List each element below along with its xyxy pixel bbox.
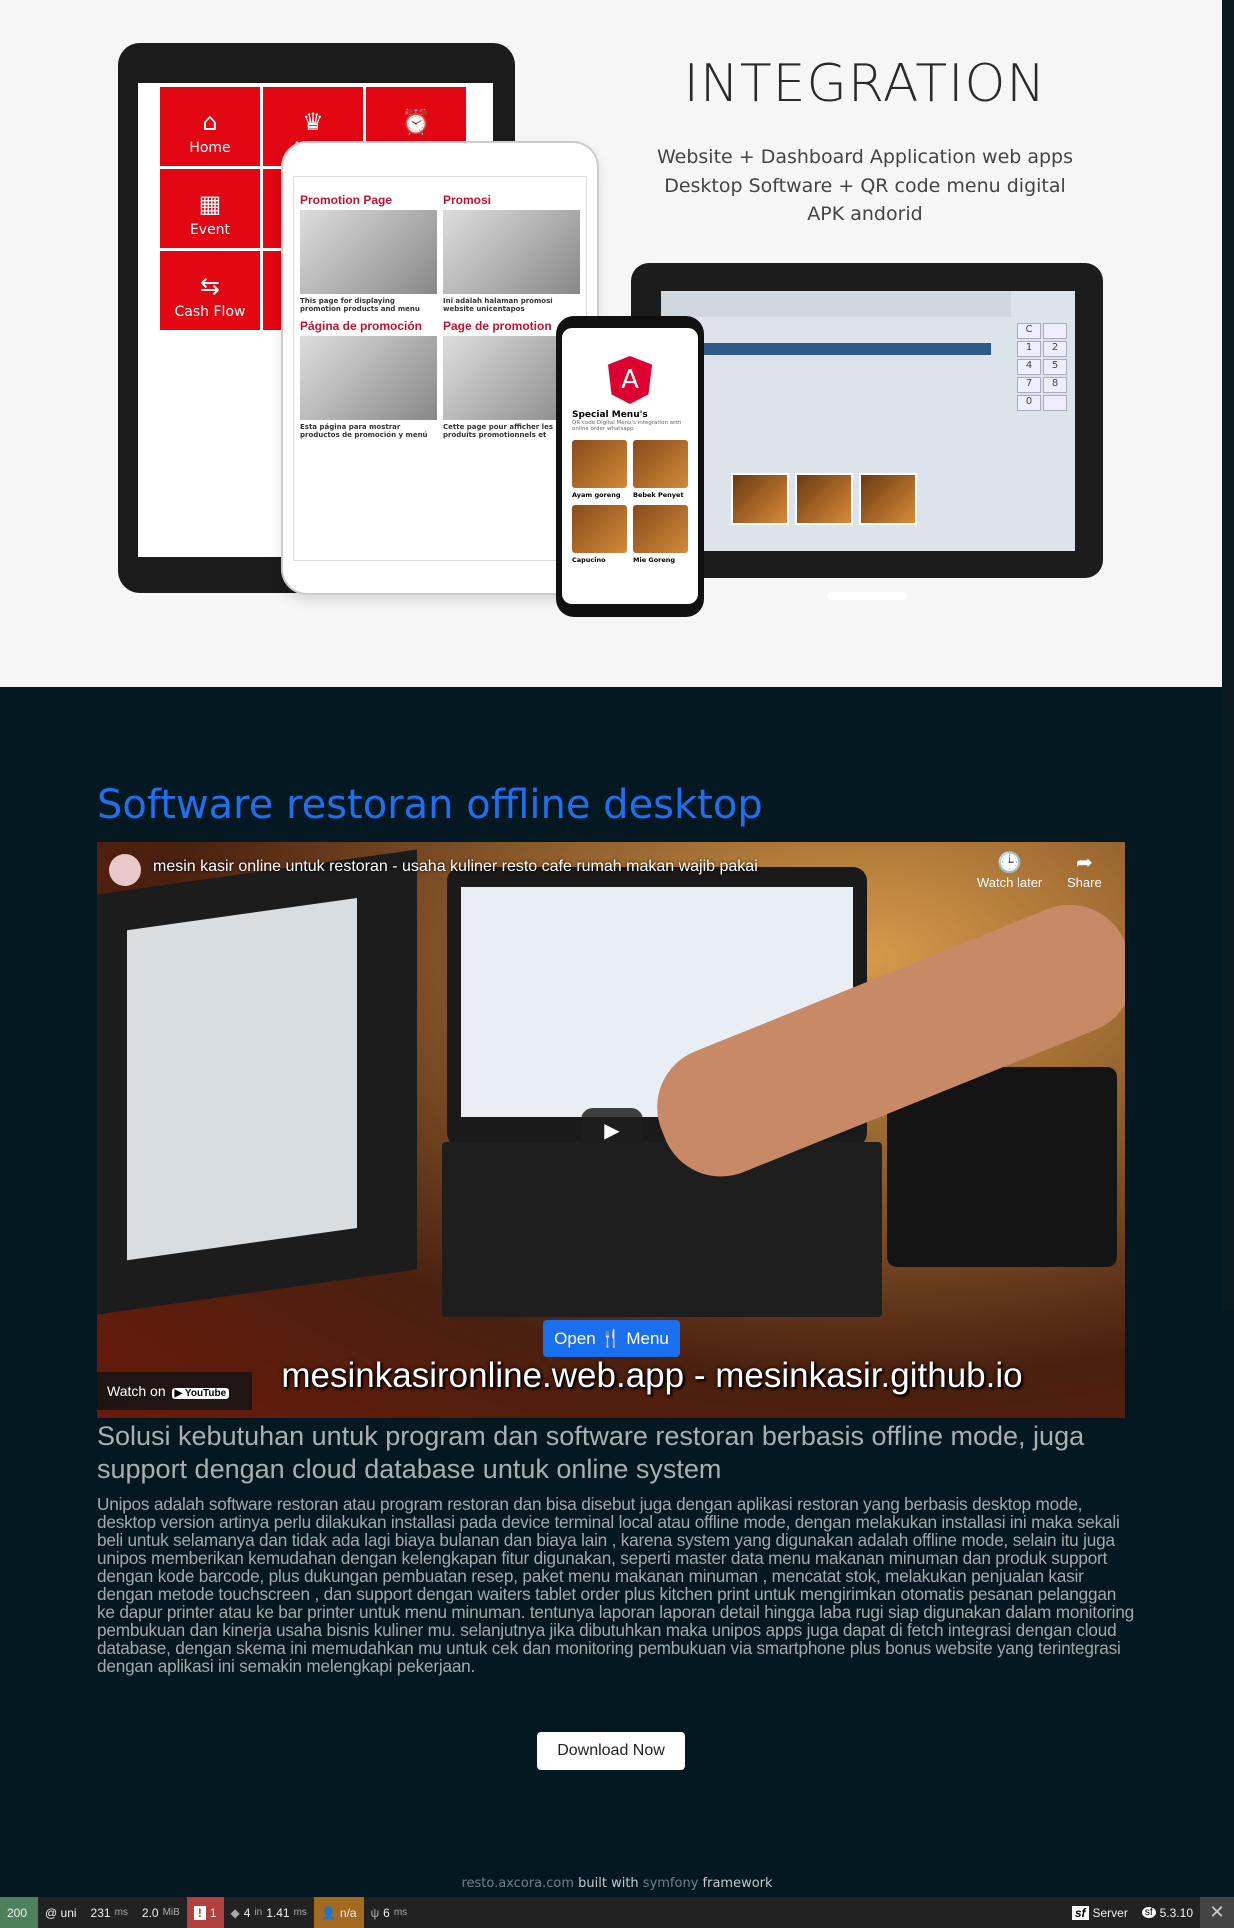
site-link[interactable]: resto.axcora.com [461, 1876, 574, 1891]
integration-line-2: Desktop Software + QR code menu digital [664, 175, 1066, 197]
section-title: Software restoran offline desktop [97, 782, 763, 828]
tablet-tile: ▦ Event [160, 169, 260, 248]
integration-title: INTEGRATION [683, 54, 1047, 114]
promo-cell: Página de promoción Esta página para most… [300, 319, 437, 439]
promo-cell: Promosi Ini adalah halaman promosi websit… [443, 193, 580, 313]
food-item: Mie Goreng [633, 505, 688, 564]
home-icon: ⌂ [202, 108, 218, 136]
footer-credit: resto.axcora.com built with symfony fram… [461, 1876, 773, 1891]
keypad-key [1043, 395, 1067, 411]
watch-later-button[interactable]: 🕒 Watch later [977, 850, 1042, 890]
errors-badge[interactable]: ! 1 [186, 1897, 224, 1928]
integration-hero: ⌂Home♛About⏰Promotion▦Event⚡Database🛒Pri… [0, 0, 1222, 687]
close-toolbar-button[interactable]: ✕ [1200, 1897, 1234, 1928]
integration-line-3: APK andorid [807, 203, 923, 225]
keypad-key: 8 [1043, 377, 1067, 393]
food-item: Bebek Penyet [633, 440, 688, 499]
clock-icon: 🕒 [997, 852, 1023, 874]
symfony-link[interactable]: symfony [643, 1876, 699, 1891]
video-caption: mesinkasironline.web.app - mesinkasir.gi… [281, 1356, 1023, 1395]
watch-on-youtube-button[interactable]: Watch on ▶ YouTube [97, 1372, 252, 1410]
user-icon: 👤 [320, 1905, 336, 1920]
open-menu-button[interactable]: Open 🍴 Menu [543, 1320, 680, 1357]
channel-avatar[interactable] [109, 854, 141, 886]
request-time[interactable]: 231 ms [84, 1897, 135, 1928]
food-item: Capucino [572, 505, 627, 564]
food-item: Ayam goreng [572, 440, 627, 499]
keypad-key: C [1017, 323, 1041, 339]
section-description: Unipos adalah software restoran atau pro… [97, 1494, 1134, 1676]
keypad-key: 4 [1017, 359, 1041, 375]
layers-icon: ◆ [230, 1905, 240, 1920]
youtube-logo-icon: ▶ YouTube [171, 1388, 230, 1399]
calendar-icon: ▦ [198, 190, 222, 218]
twig-icon: ψ [370, 1905, 380, 1920]
scrollbar[interactable] [1222, 0, 1234, 1310]
share-icon: ➦ [1075, 852, 1093, 874]
symfony-debug-toolbar: 200 @ uni 231 ms 2.0 MiB ! 1 ◆ 4 in 1.41 ms 👤 n/… [0, 1897, 1234, 1928]
share-button[interactable]: ➦ Share [1067, 850, 1102, 890]
keypad-key: 2 [1043, 341, 1067, 357]
phone-menu-subtitle: QR code Digital Menu's integration with … [572, 420, 682, 432]
tablet-tile: ⌂ Home [160, 87, 260, 166]
play-button[interactable]: ▶ [581, 1108, 643, 1152]
about-icon: ♛ [302, 108, 324, 136]
symfony-logo-icon: sf [1071, 1905, 1089, 1920]
symfony-logo-icon: sf [1141, 1907, 1156, 1918]
keypad-key: 7 [1017, 377, 1041, 393]
user-badge[interactable]: 👤 n/a [313, 1897, 364, 1928]
alarm-icon: ⏰ [401, 108, 431, 136]
tablet-tile: ⇆ Cash Flow [160, 251, 260, 330]
keypad-key: 1 [1017, 341, 1041, 357]
transfer-icon: ⇆ [199, 272, 221, 300]
video-title[interactable]: mesin kasir online untuk restoran - usah… [153, 858, 758, 876]
route-name[interactable]: @ uni [38, 1897, 84, 1928]
download-now-button[interactable]: Download Now [537, 1732, 685, 1770]
keypad-key [1043, 323, 1067, 339]
section-subtitle: Solusi kebutuhan untuk program dan softw… [97, 1421, 1085, 1484]
twig-time[interactable]: ψ 6 ms [364, 1897, 415, 1928]
youtube-video-embed[interactable]: mesin kasir online untuk restoran - usah… [97, 842, 1125, 1418]
memory-usage[interactable]: 2.0 MiB [135, 1897, 187, 1928]
angular-logo-icon: A [608, 356, 652, 404]
integration-line-1: Website + Dashboard Application web apps [656, 146, 1074, 168]
phone-mockup: A Special Menu's QR code Digital Menu's … [556, 316, 704, 617]
database-queries[interactable]: ◆ 4 in 1.41 ms [224, 1897, 314, 1928]
status-code[interactable]: 200 [0, 1897, 38, 1928]
server-info[interactable]: sf Server [1065, 1897, 1135, 1928]
exclamation-icon: ! [193, 1905, 206, 1920]
symfony-version[interactable]: sf 5.3.10 [1135, 1897, 1200, 1928]
promo-cell: Promotion Page This page for displaying p… [300, 193, 437, 313]
keypad-key: 5 [1043, 359, 1067, 375]
ipad-mockup: Promotion Page This page for displaying p… [283, 143, 597, 593]
close-icon: ✕ [1209, 1902, 1225, 1922]
phone-menu-title: Special Menu's [572, 410, 648, 420]
keypad-key: 0 [1017, 395, 1041, 411]
